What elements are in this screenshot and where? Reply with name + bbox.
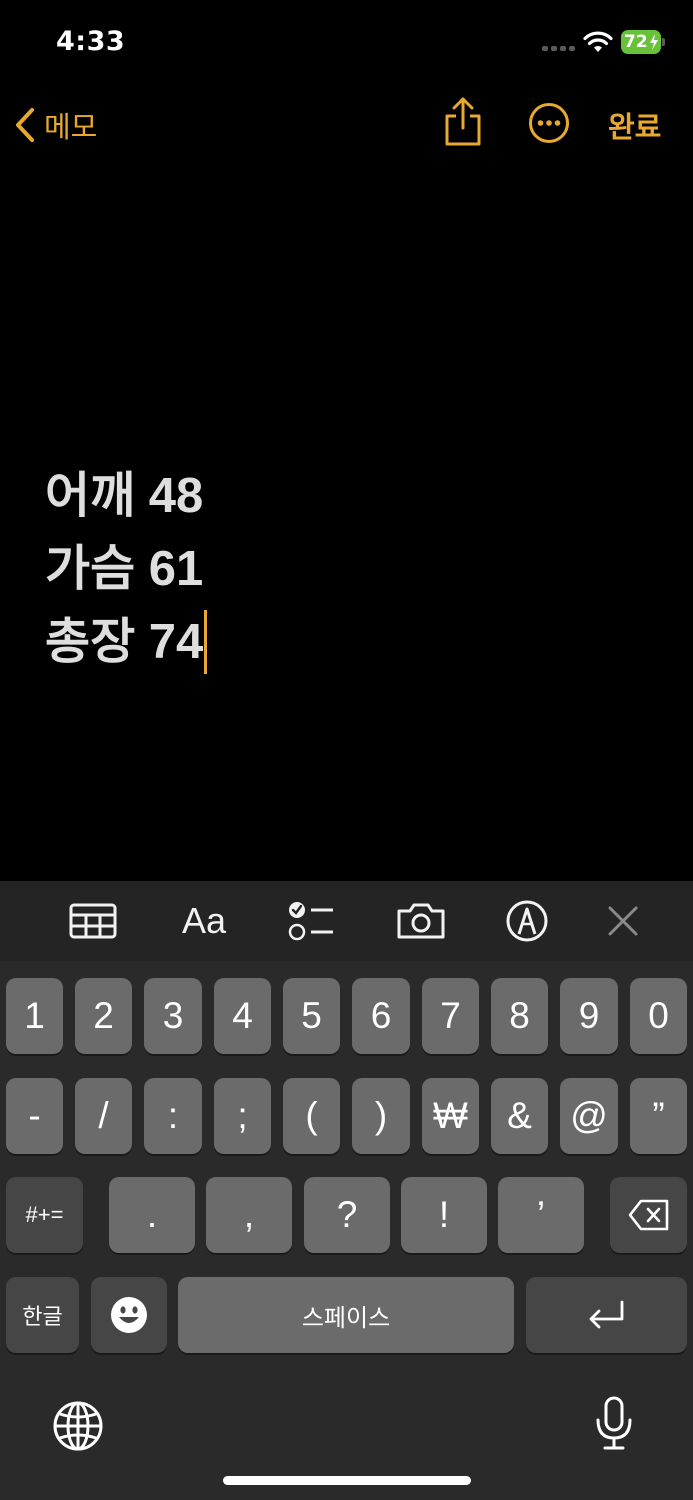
camera-icon[interactable] bbox=[396, 899, 446, 943]
key-0[interactable]: 0 bbox=[630, 978, 687, 1054]
battery-level: 72 bbox=[624, 32, 648, 52]
emoji-button[interactable] bbox=[91, 1277, 167, 1353]
key-6[interactable]: 6 bbox=[352, 978, 410, 1054]
done-button[interactable]: 완료 bbox=[608, 104, 661, 146]
key-quote[interactable]: ” bbox=[630, 1078, 687, 1154]
key-colon[interactable]: : bbox=[144, 1078, 202, 1154]
key-exclamation[interactable]: ! bbox=[401, 1177, 487, 1253]
table-icon[interactable] bbox=[68, 899, 118, 943]
more-options-icon[interactable] bbox=[528, 102, 570, 144]
status-bar: 4:33 72 bbox=[0, 0, 693, 84]
key-won[interactable]: ₩ bbox=[422, 1078, 479, 1154]
wifi-icon bbox=[583, 31, 613, 52]
format-toolbar: Aa bbox=[0, 881, 693, 961]
key-5[interactable]: 5 bbox=[283, 978, 340, 1054]
key-apostrophe[interactable]: ’ bbox=[498, 1177, 584, 1253]
key-ampersand[interactable]: & bbox=[491, 1078, 548, 1154]
back-button[interactable]: 메모 bbox=[14, 104, 97, 146]
battery-icon: 72 bbox=[621, 30, 665, 54]
home-indicator[interactable] bbox=[223, 1476, 471, 1485]
navigation-bar: 메모 완료 bbox=[0, 90, 693, 160]
share-icon[interactable] bbox=[442, 96, 484, 148]
key-slash[interactable]: / bbox=[75, 1078, 132, 1154]
chevron-left-icon bbox=[16, 108, 34, 142]
key-7[interactable]: 7 bbox=[422, 978, 479, 1054]
delete-icon bbox=[628, 1199, 668, 1231]
key-comma[interactable]: , bbox=[206, 1177, 292, 1253]
key-9[interactable]: 9 bbox=[560, 978, 618, 1054]
close-toolbar-icon[interactable] bbox=[604, 899, 642, 943]
microphone-icon[interactable] bbox=[594, 1396, 634, 1452]
key-at[interactable]: @ bbox=[560, 1078, 618, 1154]
charging-bolt-icon bbox=[650, 34, 658, 50]
key-3[interactable]: 3 bbox=[144, 978, 202, 1054]
return-button[interactable] bbox=[526, 1277, 687, 1353]
key-more-symbols[interactable]: #+= bbox=[6, 1177, 83, 1253]
key-2[interactable]: 2 bbox=[75, 978, 132, 1054]
key-hyphen[interactable]: - bbox=[6, 1078, 63, 1154]
key-close-paren[interactable]: ) bbox=[352, 1078, 410, 1154]
cellular-signal-icon bbox=[542, 46, 576, 52]
emoji-icon bbox=[111, 1297, 147, 1333]
note-line: 총장 74 bbox=[45, 606, 645, 679]
key-8[interactable]: 8 bbox=[491, 978, 548, 1054]
globe-icon[interactable] bbox=[52, 1400, 104, 1452]
key-1[interactable]: 1 bbox=[6, 978, 63, 1054]
text-cursor bbox=[204, 610, 208, 675]
note-line: 가슴 61 bbox=[45, 542, 204, 596]
delete-button[interactable] bbox=[610, 1177, 687, 1253]
text-format-button[interactable]: Aa bbox=[176, 899, 232, 943]
status-time: 4:33 bbox=[56, 26, 126, 57]
note-editor[interactable]: 어깨 48 가슴 61 총장 74 bbox=[45, 460, 645, 679]
key-language-hangul[interactable]: 한글 bbox=[6, 1277, 79, 1353]
key-semicolon[interactable]: ; bbox=[214, 1078, 271, 1154]
space-bar[interactable]: 스페이스 bbox=[178, 1277, 514, 1353]
key-period[interactable]: . bbox=[109, 1177, 195, 1253]
return-icon bbox=[589, 1300, 623, 1329]
note-line: 어깨 48 bbox=[45, 469, 204, 523]
key-4[interactable]: 4 bbox=[214, 978, 271, 1054]
checklist-icon[interactable] bbox=[286, 899, 336, 943]
markup-pen-icon[interactable] bbox=[504, 899, 550, 943]
key-question[interactable]: ? bbox=[304, 1177, 390, 1253]
back-label: 메모 bbox=[44, 110, 98, 144]
key-open-paren[interactable]: ( bbox=[283, 1078, 340, 1154]
